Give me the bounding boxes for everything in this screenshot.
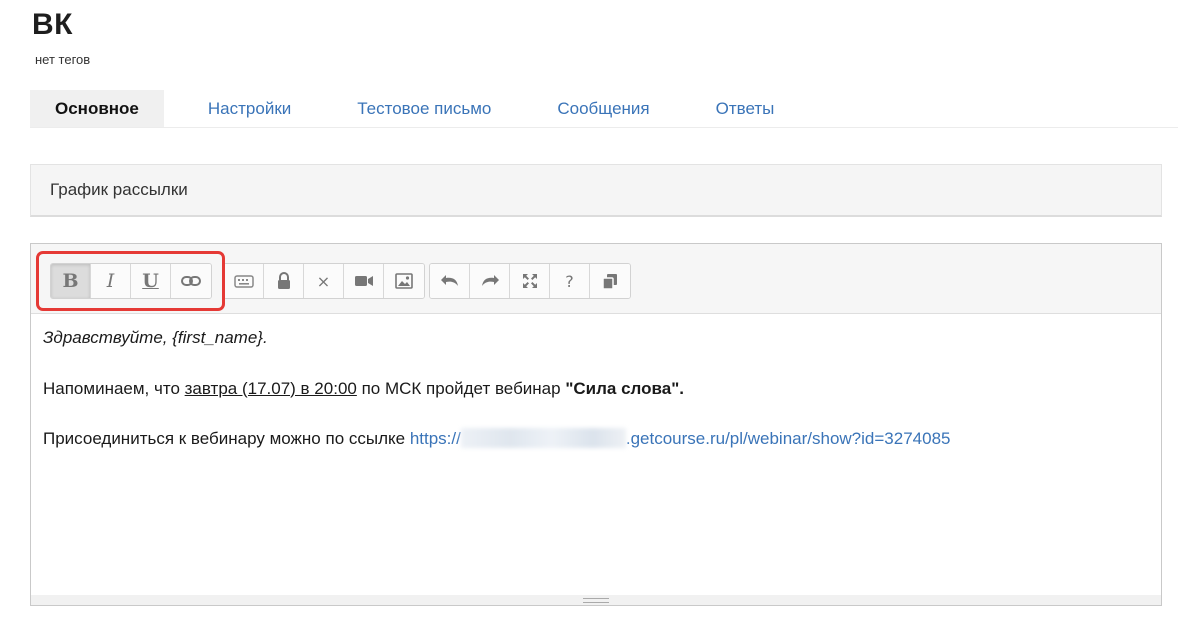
- message-editor: B I U × ? Здравствуйте, {first_name}. На…: [30, 243, 1162, 606]
- undo-icon: [440, 275, 458, 286]
- format-button-group: B I U: [50, 263, 212, 299]
- bold-button[interactable]: B: [51, 264, 91, 298]
- tab-replies[interactable]: Ответы: [694, 90, 797, 127]
- tab-settings[interactable]: Настройки: [186, 90, 313, 127]
- keyboard-button[interactable]: [224, 264, 264, 298]
- video-icon: [354, 276, 373, 286]
- join-line: Присоединиться к вебинару можно по ссылк…: [43, 427, 1149, 452]
- tab-bar: Основное Настройки Тестовое письмо Сообщ…: [30, 90, 1178, 128]
- image-icon: [395, 273, 413, 289]
- history-button-group: ?: [429, 263, 631, 299]
- greeting-line: Здравствуйте, {first_name}.: [43, 326, 1149, 351]
- resize-grip-icon: [583, 597, 609, 603]
- redo-icon: [481, 275, 499, 286]
- copy-icon: [602, 273, 617, 290]
- greeting-text: Здравствуйте, {first_name}.: [43, 328, 268, 347]
- insert-button-group: ×: [223, 263, 425, 299]
- editor-resize-handle[interactable]: [31, 595, 1161, 605]
- schedule-section-header[interactable]: График рассылки: [30, 164, 1162, 217]
- video-button[interactable]: [344, 264, 384, 298]
- help-icon: ?: [565, 271, 574, 291]
- underline-icon: U: [142, 270, 159, 292]
- reminder-date: завтра (17.07) в 20:00: [184, 378, 357, 398]
- clear-format-button[interactable]: ×: [304, 264, 344, 298]
- bold-icon: B: [62, 270, 79, 292]
- tab-main[interactable]: Основное: [30, 90, 164, 127]
- keyboard-icon: [233, 274, 254, 288]
- reminder-prefix: Напоминаем, что: [43, 378, 185, 398]
- tags-label: нет тегов: [35, 52, 91, 67]
- fullscreen-button[interactable]: [510, 264, 550, 298]
- copy-button[interactable]: [590, 264, 630, 298]
- clear-format-icon: ×: [316, 271, 331, 291]
- tab-messages[interactable]: Сообщения: [535, 90, 671, 127]
- lock-icon: [277, 272, 290, 289]
- undo-button[interactable]: [430, 264, 470, 298]
- link-button[interactable]: [171, 264, 211, 298]
- webinar-link-start: https://: [409, 429, 461, 449]
- blurred-domain: [460, 428, 626, 449]
- redo-button[interactable]: [470, 264, 510, 298]
- webinar-title: "Сила слова".: [565, 378, 684, 398]
- tab-test-letter[interactable]: Тестовое письмо: [335, 90, 513, 127]
- page-title: ВК: [32, 8, 73, 41]
- webinar-link[interactable]: https:// .getcourse.ru/pl/webinar/show?id…: [409, 428, 951, 449]
- lock-button[interactable]: [264, 264, 304, 298]
- join-prefix: Присоединиться к вебинару можно по ссылк…: [43, 429, 410, 449]
- editor-toolbar: B I U × ?: [31, 244, 1161, 314]
- link-icon: [181, 276, 201, 286]
- help-button[interactable]: ?: [550, 264, 590, 298]
- schedule-section-title: График рассылки: [50, 180, 188, 199]
- webinar-link-end: .getcourse.ru/pl/webinar/show?id=3274085: [625, 429, 951, 449]
- reminder-mid: по МСК пройдет вебинар: [356, 378, 566, 398]
- italic-button[interactable]: I: [91, 264, 131, 298]
- image-button[interactable]: [384, 264, 424, 298]
- reminder-line: Напоминаем, что завтра (17.07) в 20:00 п…: [43, 377, 1149, 402]
- editor-content[interactable]: Здравствуйте, {first_name}. Напоминаем, …: [31, 314, 1161, 490]
- italic-icon: I: [106, 270, 115, 292]
- underline-button[interactable]: U: [131, 264, 171, 298]
- fullscreen-icon: [522, 274, 537, 288]
